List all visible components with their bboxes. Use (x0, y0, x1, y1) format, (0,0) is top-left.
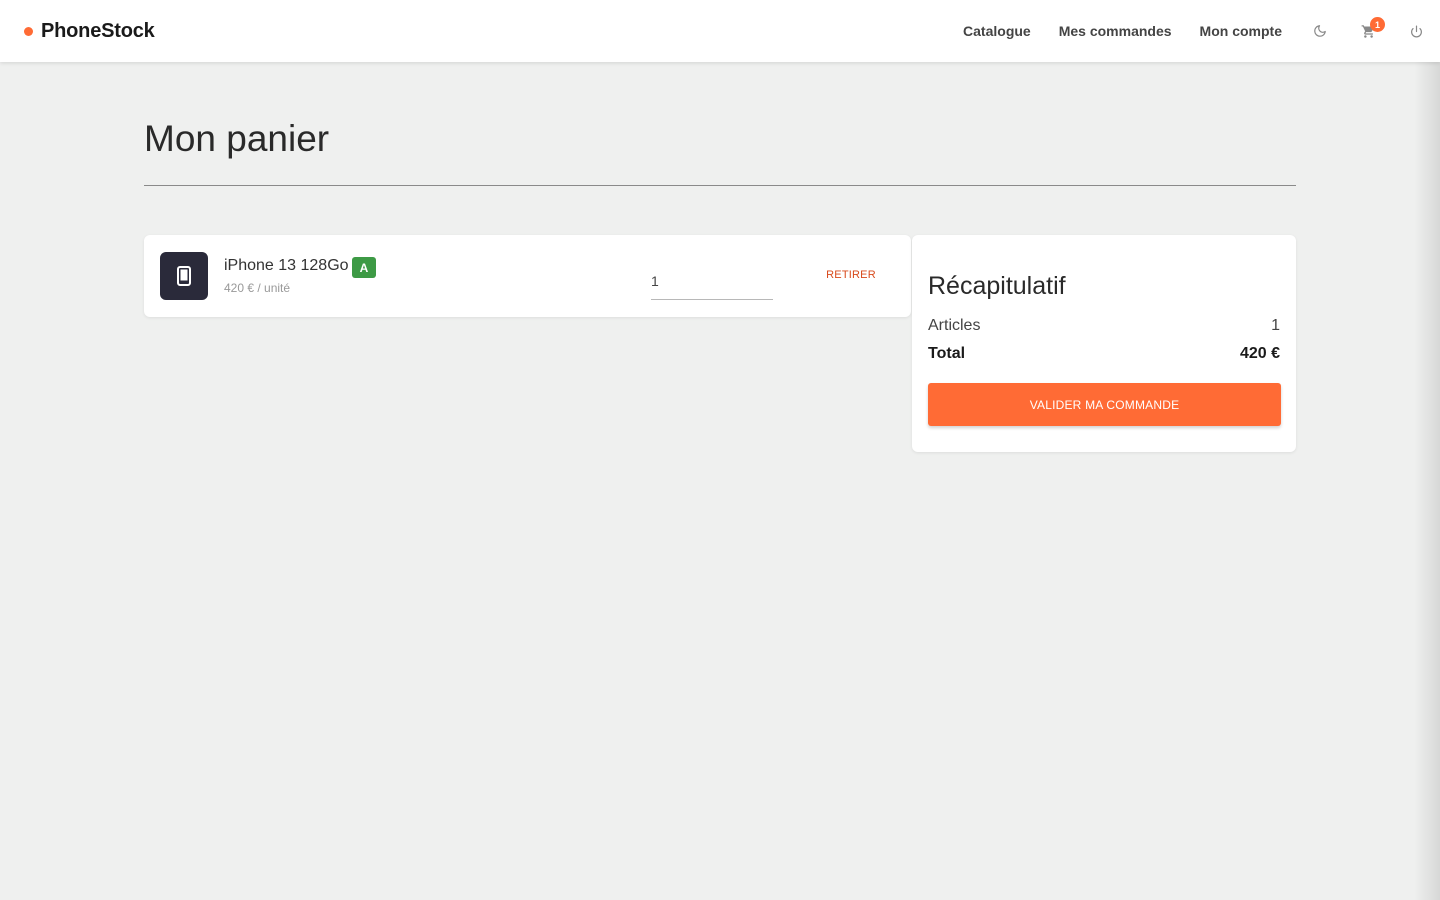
page-title: Mon panier (144, 118, 330, 159)
articles-label: Articles (928, 317, 981, 334)
summary-articles-row: Articles 1 (928, 317, 1280, 335)
brand[interactable]: PhoneStock (24, 0, 155, 62)
summary-title: Récapitulatif (928, 272, 1066, 300)
summary-total-row: Total 420 € (928, 345, 1280, 363)
cart-button[interactable]: 1 (1344, 0, 1392, 62)
theme-toggle-button[interactable] (1296, 0, 1344, 62)
order-summary-card: Récapitulatif Articles 1 Total 420 € VAL… (912, 235, 1296, 452)
nav-link-catalogue[interactable]: Catalogue (949, 0, 1045, 62)
cart-count-badge: 1 (1370, 17, 1385, 32)
page-edge-shadow (1414, 62, 1440, 900)
item-grade-badge: A (352, 257, 376, 278)
nav-link-orders[interactable]: Mes commandes (1045, 0, 1186, 62)
main-nav: Catalogue Mes commandes Mon compte 1 (949, 0, 1440, 62)
item-thumbnail (160, 252, 208, 300)
total-value: 420 € (1239, 345, 1280, 362)
logout-button[interactable] (1392, 0, 1440, 62)
total-label: Total (928, 345, 966, 362)
item-name: iPhone 13 128Go (224, 257, 349, 274)
validate-order-button[interactable]: VALIDER MA COMMANDE (928, 383, 1281, 426)
brand-name[interactable]: PhoneStock (41, 20, 155, 43)
cart-item: iPhone 13 128Go A 420 € / unité RETIRER (144, 235, 911, 317)
moon-icon (1314, 25, 1326, 37)
title-divider (144, 185, 1296, 186)
item-unit-price: 420 € / unité (224, 281, 291, 295)
nav-link-account[interactable]: Mon compte (1186, 0, 1296, 62)
top-navigation-bar: PhoneStock Catalogue Mes commandes Mon c… (0, 0, 1440, 62)
power-icon (1410, 24, 1422, 37)
brand-dot-icon (24, 26, 33, 36)
item-quantity-input[interactable] (651, 271, 773, 300)
articles-value: 1 (1271, 317, 1280, 334)
smartphone-icon (177, 266, 191, 286)
remove-item-button[interactable]: RETIRER (816, 263, 886, 287)
